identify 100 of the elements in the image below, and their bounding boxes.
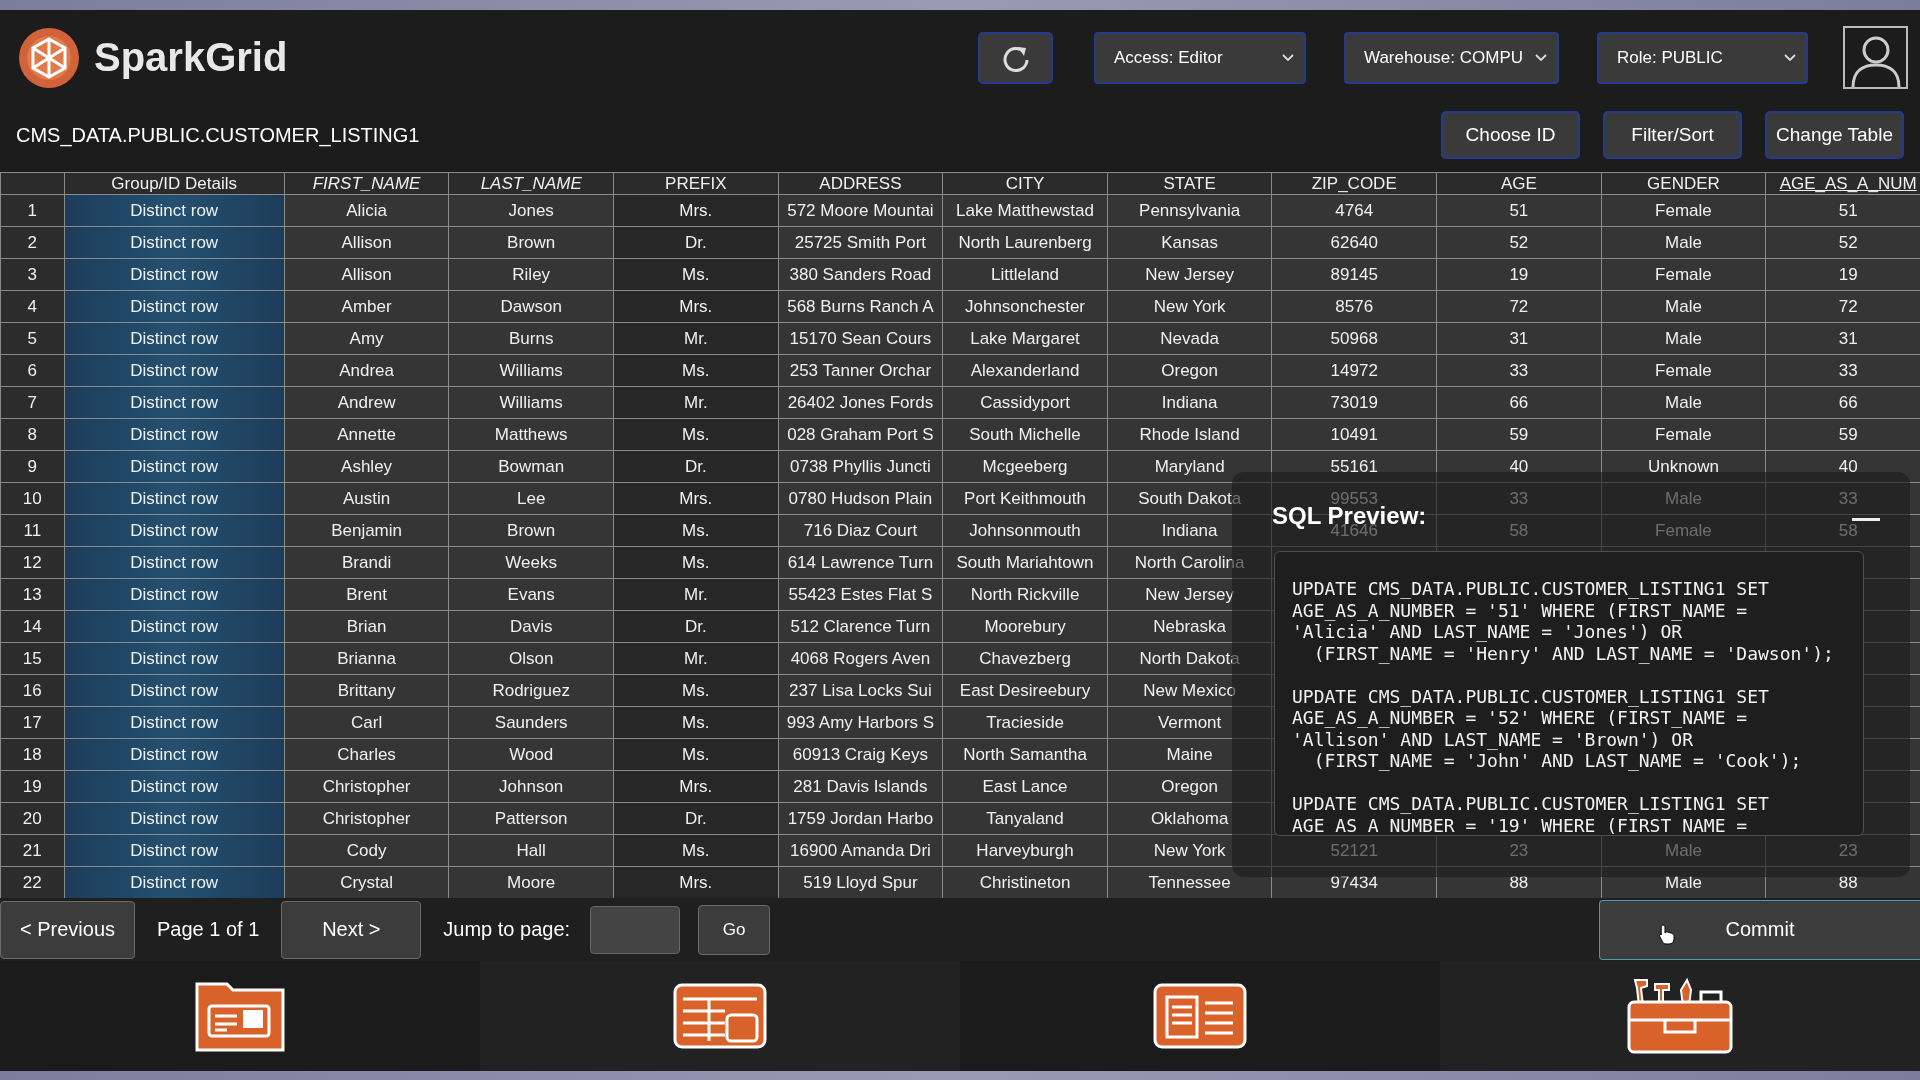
table-cell: 31 <box>1765 322 1920 355</box>
table-cell: Distinct row <box>64 738 285 771</box>
sql-line: AGE_AS_A_NUMBER = '52' WHERE (FIRST_NAME = <box>1292 707 1748 729</box>
table-cell: 281 Davis Islands <box>778 770 943 803</box>
table-cell: Allison <box>284 258 449 291</box>
table-cell: Dr. <box>613 802 779 835</box>
table-cell: Ms. <box>613 706 779 739</box>
table-cell: Mr. <box>613 642 779 675</box>
table-cell: Male <box>1601 482 1766 515</box>
table-cell: Evans <box>448 578 614 611</box>
column-header[interactable]: AGE_AS_A_NUM <box>1765 172 1920 195</box>
table-cell: South Michelle <box>942 418 1108 451</box>
table-cell: Alexanderland <box>942 354 1108 387</box>
sql-line: UPDATE CMS_DATA.PUBLIC.CUSTOMER_LISTING1 SET <box>1292 578 1769 600</box>
table-cell: Brittany <box>284 674 449 707</box>
row-number: 4 <box>0 290 65 323</box>
table-cell: Distinct row <box>64 386 285 419</box>
action-button[interactable]: Change Table <box>1765 111 1904 159</box>
table-cell: Brent <box>284 578 449 611</box>
table-cell: 50968 <box>1271 322 1437 355</box>
table-cell: Dr. <box>613 610 779 643</box>
table-cell: Distinct row <box>64 706 285 739</box>
table-cell: 33 <box>1436 354 1602 387</box>
table-cell: Tanyaland <box>942 802 1108 835</box>
dropdown[interactable]: Warehouse: COMPU <box>1344 31 1559 84</box>
row-number: 21 <box>0 834 65 867</box>
table-cell: Allison <box>284 226 449 259</box>
table-cell: Ms. <box>613 258 779 291</box>
table-cell: Distinct row <box>64 674 285 707</box>
table-cell: Moore <box>448 866 614 898</box>
table-cell: 568 Burns Ranch A <box>778 290 943 323</box>
table-cell: Distinct row <box>64 578 285 611</box>
table-cell: Cassidyport <box>942 386 1108 419</box>
table-cell: 23 <box>1436 834 1602 867</box>
row-number: 7 <box>0 386 65 419</box>
table-cell: 16900 Amanda Dri <box>778 834 943 867</box>
user-avatar-icon[interactable] <box>1843 26 1908 89</box>
go-button[interactable]: Go <box>698 904 771 955</box>
table-cell: Brandi <box>284 546 449 579</box>
table-cell: 51 <box>1765 194 1920 227</box>
row-number: 9 <box>0 450 65 483</box>
table-cell: 33 <box>1765 354 1920 387</box>
table-cell: East Desireebury <box>942 674 1108 707</box>
table-cell: Brown <box>448 226 614 259</box>
column-header: CITY <box>942 172 1108 195</box>
next-button[interactable]: Next > <box>281 900 422 959</box>
table-cell: Kansas <box>1107 226 1272 259</box>
row-number: 10 <box>0 482 65 515</box>
table-cell: 73019 <box>1271 386 1437 419</box>
refresh-button[interactable] <box>978 31 1053 84</box>
table-cell: Distinct row <box>64 866 285 898</box>
table-cell: 59 <box>1765 418 1920 451</box>
table-cell: 40 <box>1436 450 1602 483</box>
toolbox-icon[interactable] <box>1625 976 1735 1056</box>
previous-button[interactable]: < Previous <box>0 900 135 959</box>
table-cell: Dawson <box>448 290 614 323</box>
table-cell: 380 Sanders Road <box>778 258 943 291</box>
table-cell: 237 Lisa Locks Sui <box>778 674 943 707</box>
dropdown[interactable]: Role: PUBLIC <box>1597 31 1808 84</box>
table-cell: 60913 Craig Keys <box>778 738 943 771</box>
table-cell: East Lance <box>942 770 1108 803</box>
table-cell: 8576 <box>1271 290 1437 323</box>
table-cell: Tennessee <box>1107 866 1272 898</box>
table-cell: 40 <box>1765 450 1920 483</box>
table-cell: Brown <box>448 514 614 547</box>
table-cell: 52121 <box>1271 834 1437 867</box>
table-cell: Williams <box>448 354 614 387</box>
sql-line: AGE_AS_A_NUMBER = '19' WHERE (FIRST_NAME = <box>1292 814 1748 835</box>
page-input-field[interactable] <box>590 905 681 954</box>
folder-card-icon[interactable] <box>193 980 287 1052</box>
row-number: 22 <box>0 866 65 898</box>
column-header: GENDER <box>1601 172 1766 195</box>
table-cell: Male <box>1601 226 1766 259</box>
table-cell: Mr. <box>613 322 779 355</box>
chevron-icon <box>1784 53 1796 62</box>
action-button[interactable]: Filter/Sort <box>1603 111 1742 159</box>
row-number: 16 <box>0 674 65 707</box>
row-number: 1 <box>0 194 65 227</box>
table-cell: Dr. <box>613 450 779 483</box>
table-cell: Harveyburgh <box>942 834 1108 867</box>
row-number: 12 <box>0 546 65 579</box>
column-header: LAST_NAME <box>448 172 614 195</box>
dropdown[interactable]: Access: Editor <box>1094 31 1306 84</box>
commit-button[interactable]: Commit <box>1599 899 1920 960</box>
table-cell: Brianna <box>284 642 449 675</box>
table-cell: Chavezberg <box>942 642 1108 675</box>
table-cell: Distinct row <box>64 482 285 515</box>
table-cell: 88 <box>1765 866 1920 898</box>
table-cell: Ms. <box>613 834 779 867</box>
table-cell: Distinct row <box>64 290 285 323</box>
table-cell: Oklahoma <box>1107 802 1272 835</box>
table-icon[interactable] <box>673 983 767 1049</box>
row-number: 14 <box>0 610 65 643</box>
row-number: 8 <box>0 418 65 451</box>
table-cell: 25725 Smith Port <box>778 226 943 259</box>
table-cell: 1759 Jordan Harbo <box>778 802 943 835</box>
row-number: 17 <box>0 706 65 739</box>
document-icon[interactable] <box>1153 983 1247 1049</box>
table-cell: Burns <box>448 322 614 355</box>
action-button[interactable]: Choose ID <box>1441 111 1580 159</box>
